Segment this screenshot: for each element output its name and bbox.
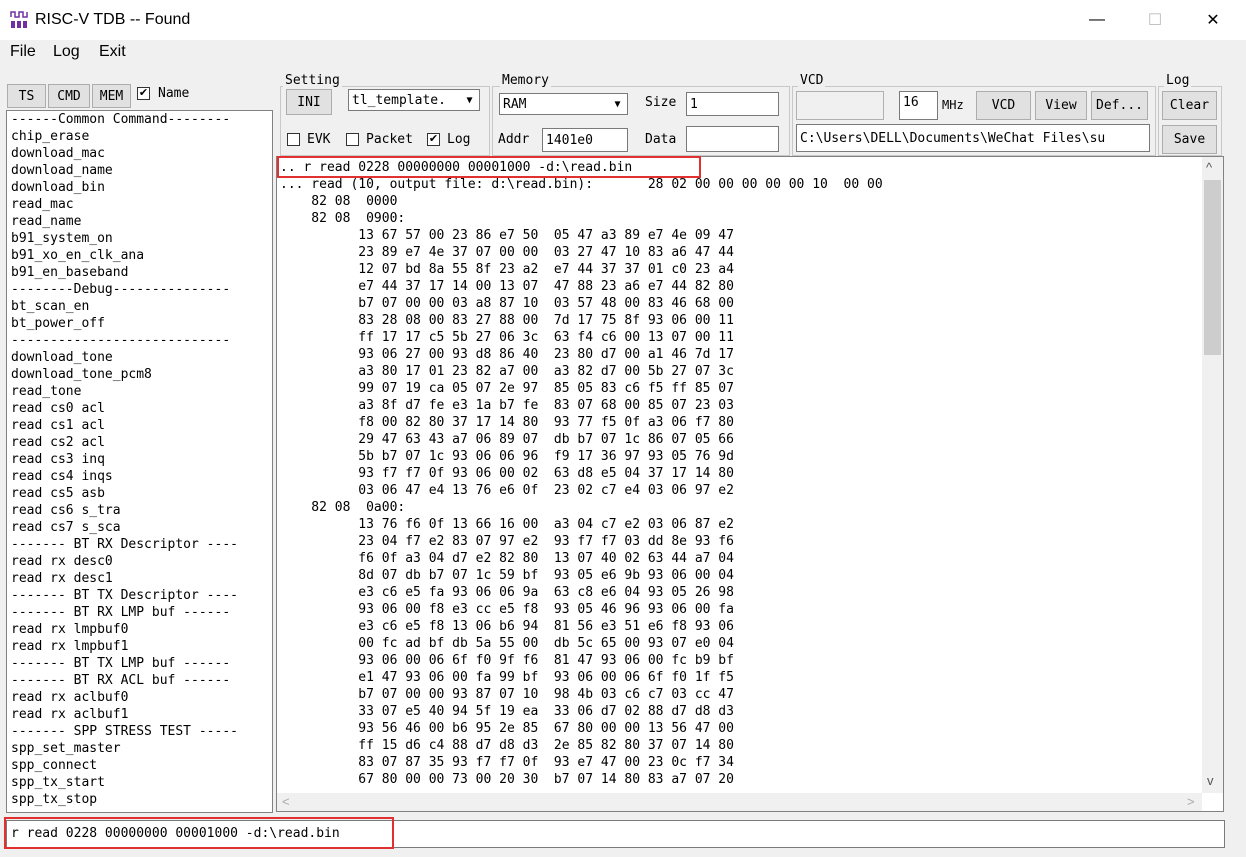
command-list-item[interactable]: read rx aclbuf1 (7, 706, 272, 723)
command-list-item[interactable]: b91_xo_en_clk_ana (7, 247, 272, 264)
command-list-item[interactable]: ------Common Command-------- (7, 111, 272, 128)
command-list-item[interactable]: --------Debug--------------- (7, 281, 272, 298)
menu-file[interactable]: File (10, 43, 36, 61)
setting-group-label: Setting (283, 73, 342, 88)
command-list-item[interactable]: spp_connect (7, 757, 272, 774)
highlight-box-output (277, 156, 701, 178)
command-list-item[interactable]: bt_power_off (7, 315, 272, 332)
command-list-item[interactable]: read rx aclbuf0 (7, 689, 272, 706)
scroll-right-icon[interactable]: > (1187, 794, 1195, 809)
log-label: Log (447, 132, 471, 147)
template-select-value: tl_template. (352, 92, 446, 108)
command-list-item[interactable]: read cs3 inq (7, 451, 272, 468)
ini-button[interactable]: INI (286, 89, 332, 115)
maximize-button[interactable]: ☐ (1126, 0, 1184, 40)
command-list-item[interactable]: download_tone_pcm8 (7, 366, 272, 383)
output-text: .. r read 0228 00000000 00001000 -d:\rea… (280, 160, 883, 787)
mhz-input[interactable]: 16 (899, 91, 938, 120)
tab-ts[interactable]: TS (7, 84, 46, 108)
command-list-item[interactable]: b91_en_baseband (7, 264, 272, 281)
mhz-label: MHz (942, 98, 964, 112)
minimize-button[interactable]: — (1068, 0, 1126, 40)
command-list-item[interactable]: read rx desc1 (7, 570, 272, 587)
command-list-item[interactable]: read rx desc0 (7, 553, 272, 570)
command-list-item[interactable]: b91_system_on (7, 230, 272, 247)
command-list-item[interactable]: download_mac (7, 145, 272, 162)
save-button[interactable]: Save (1162, 125, 1217, 154)
memory-type-select[interactable]: RAM ▼ (499, 93, 628, 115)
clear-button[interactable]: Clear (1162, 91, 1217, 120)
command-list-item[interactable]: spp_tx_stop (7, 791, 272, 808)
data-input[interactable] (686, 126, 779, 152)
view-button[interactable]: View (1035, 91, 1087, 120)
app-logo-icon (10, 11, 28, 28)
command-list-item[interactable]: ------- BT RX LMP buf ------ (7, 604, 272, 621)
memory-group-label: Memory (500, 73, 551, 88)
command-list-item[interactable]: read cs4 inqs (7, 468, 272, 485)
command-list-item[interactable]: download_name (7, 162, 272, 179)
horizontal-scrollbar[interactable] (277, 793, 1202, 811)
scroll-left-icon[interactable]: < (282, 794, 290, 809)
command-list[interactable]: ------Common Command-------- chip_erase do… (6, 110, 273, 813)
window-title: RISC-V TDB -- Found (35, 11, 191, 28)
command-list-item[interactable]: read cs0 acl (7, 400, 272, 417)
command-list-item[interactable]: chip_erase (7, 128, 272, 145)
command-list-item[interactable]: read cs2 acl (7, 434, 272, 451)
scroll-down-icon[interactable]: v (1207, 773, 1214, 788)
command-list-item[interactable]: read cs5 asb (7, 485, 272, 502)
command-list-item[interactable]: read cs6 s_tra (7, 502, 272, 519)
data-label: Data (645, 132, 677, 147)
highlight-box-input (4, 817, 394, 849)
command-list-item[interactable]: spp_tx_start (7, 774, 272, 791)
packet-checkbox[interactable] (346, 133, 359, 146)
menu-exit[interactable]: Exit (99, 43, 126, 61)
command-list-item[interactable]: read cs1 acl (7, 417, 272, 434)
vcd-group-label: VCD (798, 73, 826, 88)
command-list-item[interactable]: read_mac (7, 196, 272, 213)
evk-checkbox[interactable] (287, 133, 300, 146)
chevron-down-icon[interactable]: ▼ (609, 95, 626, 113)
command-list-item[interactable]: download_bin (7, 179, 272, 196)
command-list-item[interactable]: ---------------------------- (7, 332, 272, 349)
command-list-item[interactable]: read_tone (7, 383, 272, 400)
template-select[interactable]: tl_template. ▼ (348, 89, 480, 111)
scroll-up-icon[interactable]: ^ (1206, 160, 1212, 175)
vertical-scroll-thumb[interactable] (1204, 180, 1221, 355)
name-checkbox[interactable]: ✔ (137, 87, 150, 100)
evk-label: EVK (307, 132, 331, 147)
menu-bar (0, 40, 1246, 66)
command-list-item[interactable]: download_tone (7, 349, 272, 366)
command-list-item[interactable]: ------- BT RX ACL buf ------ (7, 672, 272, 689)
command-list-item[interactable]: spp_set_master (7, 740, 272, 757)
command-list-item[interactable]: ------- BT RX Descriptor ---- (7, 536, 272, 553)
size-label: Size (645, 95, 677, 110)
close-button[interactable]: ✕ (1184, 0, 1242, 40)
command-list-item[interactable]: read rx lmpbuf0 (7, 621, 272, 638)
log-group-label: Log (1164, 73, 1192, 88)
command-list-item[interactable]: ------- BT TX Descriptor ---- (7, 587, 272, 604)
menu-log[interactable]: Log (53, 43, 80, 61)
command-list-item[interactable]: read_name (7, 213, 272, 230)
size-input[interactable]: 1 (686, 92, 779, 116)
addr-input[interactable]: 1401e0 (542, 128, 628, 152)
tab-cmd[interactable]: CMD (48, 84, 90, 108)
output-log[interactable]: .. r read 0228 00000000 00001000 -d:\rea… (276, 156, 1224, 812)
command-list-item[interactable]: read rx lmpbuf1 (7, 638, 272, 655)
addr-label: Addr (498, 132, 530, 147)
command-list-item[interactable]: bt_scan_en (7, 298, 272, 315)
vcd-button[interactable]: VCD (976, 91, 1031, 120)
command-list-item[interactable]: read cs7 s_sca (7, 519, 272, 536)
vcd-path-input[interactable]: C:\Users\DELL\Documents\WeChat Files\su (796, 124, 1150, 152)
def-button[interactable]: Def... (1091, 91, 1148, 120)
vcd-display (796, 91, 884, 120)
chevron-down-icon[interactable]: ▼ (461, 91, 478, 109)
memory-type-value: RAM (503, 96, 527, 112)
packet-label: Packet (366, 132, 413, 147)
tab-mem[interactable]: MEM (92, 84, 131, 108)
name-checkbox-label: Name (158, 86, 190, 101)
command-list-item[interactable]: ------- BT TX LMP buf ------ (7, 655, 272, 672)
log-checkbox[interactable]: ✔ (427, 133, 440, 146)
command-list-item[interactable]: ------- SPP STRESS TEST ----- (7, 723, 272, 740)
